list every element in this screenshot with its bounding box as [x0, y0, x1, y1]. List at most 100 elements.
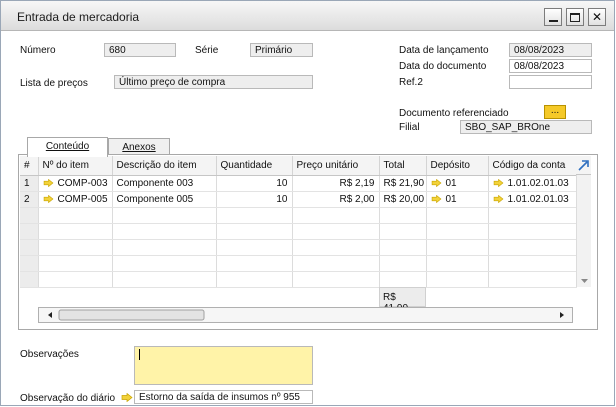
row-number [20, 223, 39, 240]
warehouse-cell[interactable]: 01 [426, 175, 489, 192]
description-cell[interactable]: Componente 003 [112, 175, 217, 192]
empty-cell[interactable] [488, 207, 577, 224]
link-arrow-icon[interactable] [43, 178, 54, 187]
empty-cell[interactable] [112, 271, 217, 288]
table-row[interactable]: 1 COMP-003 Componente 003 10 R$ 2,19 R$ 21,90… [20, 175, 577, 192]
referenced-document-label: Documento referenciado [399, 108, 509, 119]
empty-cell[interactable] [38, 207, 113, 224]
warehouse-value: 01 [445, 193, 457, 205]
empty-cell[interactable] [216, 207, 293, 224]
empty-cell[interactable] [112, 239, 217, 256]
empty-cell[interactable] [488, 271, 577, 288]
link-arrow-icon[interactable] [121, 393, 133, 402]
empty-cell[interactable] [379, 271, 427, 288]
empty-cell[interactable] [38, 239, 113, 256]
branch-label: Filial [399, 122, 420, 133]
warehouse-value: 01 [445, 177, 457, 189]
col-header-item-no[interactable]: Nº do item [38, 156, 113, 176]
remarks-label: Observações [20, 349, 79, 360]
tab-conteudo-label: Conteúdo [45, 141, 90, 152]
empty-cell[interactable] [379, 207, 427, 224]
maximize-button[interactable] [566, 8, 584, 26]
empty-cell[interactable] [292, 223, 380, 240]
link-arrow-icon[interactable] [493, 178, 504, 187]
numero-field[interactable]: 680 [104, 43, 176, 57]
close-button[interactable]: ✕ [588, 8, 606, 26]
empty-cell[interactable] [379, 239, 427, 256]
item-no-cell[interactable]: COMP-003 [38, 175, 113, 192]
document-date-field[interactable]: 08/08/2023 [509, 59, 592, 73]
empty-cell[interactable] [292, 207, 380, 224]
unit-price-cell[interactable]: R$ 2,19 [292, 175, 380, 192]
posting-date-field[interactable]: 08/08/2023 [509, 43, 592, 57]
empty-cell[interactable] [292, 255, 380, 272]
quantity-cell[interactable]: 10 [216, 175, 293, 192]
empty-cell[interactable] [426, 223, 489, 240]
journal-remark-field[interactable]: Estorno da saída de insumos nº 955 [134, 390, 313, 404]
col-header-account[interactable]: Código da conta [488, 156, 577, 176]
minimize-button[interactable] [544, 8, 562, 26]
text-cursor [139, 349, 140, 360]
serie-field[interactable]: Primário [250, 43, 313, 57]
unit-price-cell[interactable]: R$ 2,00 [292, 191, 380, 208]
empty-cell[interactable] [38, 223, 113, 240]
col-header-quantity[interactable]: Quantidade [216, 156, 293, 176]
branch-field[interactable]: SBO_SAP_BROne [460, 120, 592, 134]
empty-cell[interactable] [426, 207, 489, 224]
col-header-warehouse[interactable]: Depósito [426, 156, 489, 176]
remarks-field[interactable] [134, 346, 313, 385]
row-number: 1 [20, 175, 39, 192]
col-header-total[interactable]: Total [379, 156, 427, 176]
empty-row[interactable] [20, 223, 577, 240]
empty-row[interactable] [20, 255, 577, 272]
total-cell: R$ 20,00 [379, 191, 427, 208]
col-header-unit-price[interactable]: Preço unitário [292, 156, 380, 176]
link-arrow-icon[interactable] [493, 194, 504, 203]
empty-cell[interactable] [488, 239, 577, 256]
empty-cell[interactable] [112, 255, 217, 272]
description-cell[interactable]: Componente 005 [112, 191, 217, 208]
empty-cell[interactable] [38, 255, 113, 272]
account-cell[interactable]: 1.01.02.01.03 [488, 175, 577, 192]
empty-cell[interactable] [112, 223, 217, 240]
link-arrow-icon[interactable] [431, 178, 442, 187]
ref2-field[interactable] [509, 75, 592, 89]
empty-cell[interactable] [112, 207, 217, 224]
empty-row[interactable] [20, 207, 577, 224]
empty-row[interactable] [20, 271, 577, 288]
item-no-value: COMP-005 [57, 193, 108, 205]
empty-cell[interactable] [216, 255, 293, 272]
empty-cell[interactable] [488, 223, 577, 240]
col-header-index[interactable]: # [20, 156, 39, 176]
tab-conteudo[interactable]: Conteúdo [27, 137, 108, 157]
link-arrow-icon[interactable] [43, 194, 54, 203]
empty-cell[interactable] [488, 255, 577, 272]
items-grid: # Nº do item Descrição do item Quantidad… [20, 156, 595, 288]
empty-cell[interactable] [379, 223, 427, 240]
grid-horizontal-scrollbar[interactable] [38, 307, 573, 323]
empty-cell[interactable] [426, 271, 489, 288]
empty-cell[interactable] [216, 271, 293, 288]
table-row[interactable]: 2 COMP-005 Componente 005 10 R$ 2,00 R$ 20,00… [20, 191, 577, 208]
item-no-cell[interactable]: COMP-005 [38, 191, 113, 208]
empty-cell[interactable] [292, 271, 380, 288]
empty-row[interactable] [20, 239, 577, 256]
empty-cell[interactable] [216, 223, 293, 240]
link-arrow-icon[interactable] [431, 194, 442, 203]
row-number [20, 207, 39, 224]
empty-cell[interactable] [379, 255, 427, 272]
col-header-description[interactable]: Descrição do item [112, 156, 217, 176]
empty-cell[interactable] [426, 239, 489, 256]
grid-vertical-scrollbar[interactable] [576, 175, 591, 287]
empty-cell[interactable] [216, 239, 293, 256]
warehouse-cell[interactable]: 01 [426, 191, 489, 208]
column-settings-button[interactable] [576, 156, 591, 175]
referenced-document-button[interactable]: ... [544, 105, 566, 119]
quantity-cell[interactable]: 10 [216, 191, 293, 208]
price-list-field[interactable]: Último preço de compra [114, 75, 313, 89]
empty-cell[interactable] [426, 255, 489, 272]
empty-cell[interactable] [38, 271, 113, 288]
account-cell[interactable]: 1.01.02.01.03 [488, 191, 577, 208]
total-cell: R$ 21,90 [379, 175, 427, 192]
empty-cell[interactable] [292, 239, 380, 256]
